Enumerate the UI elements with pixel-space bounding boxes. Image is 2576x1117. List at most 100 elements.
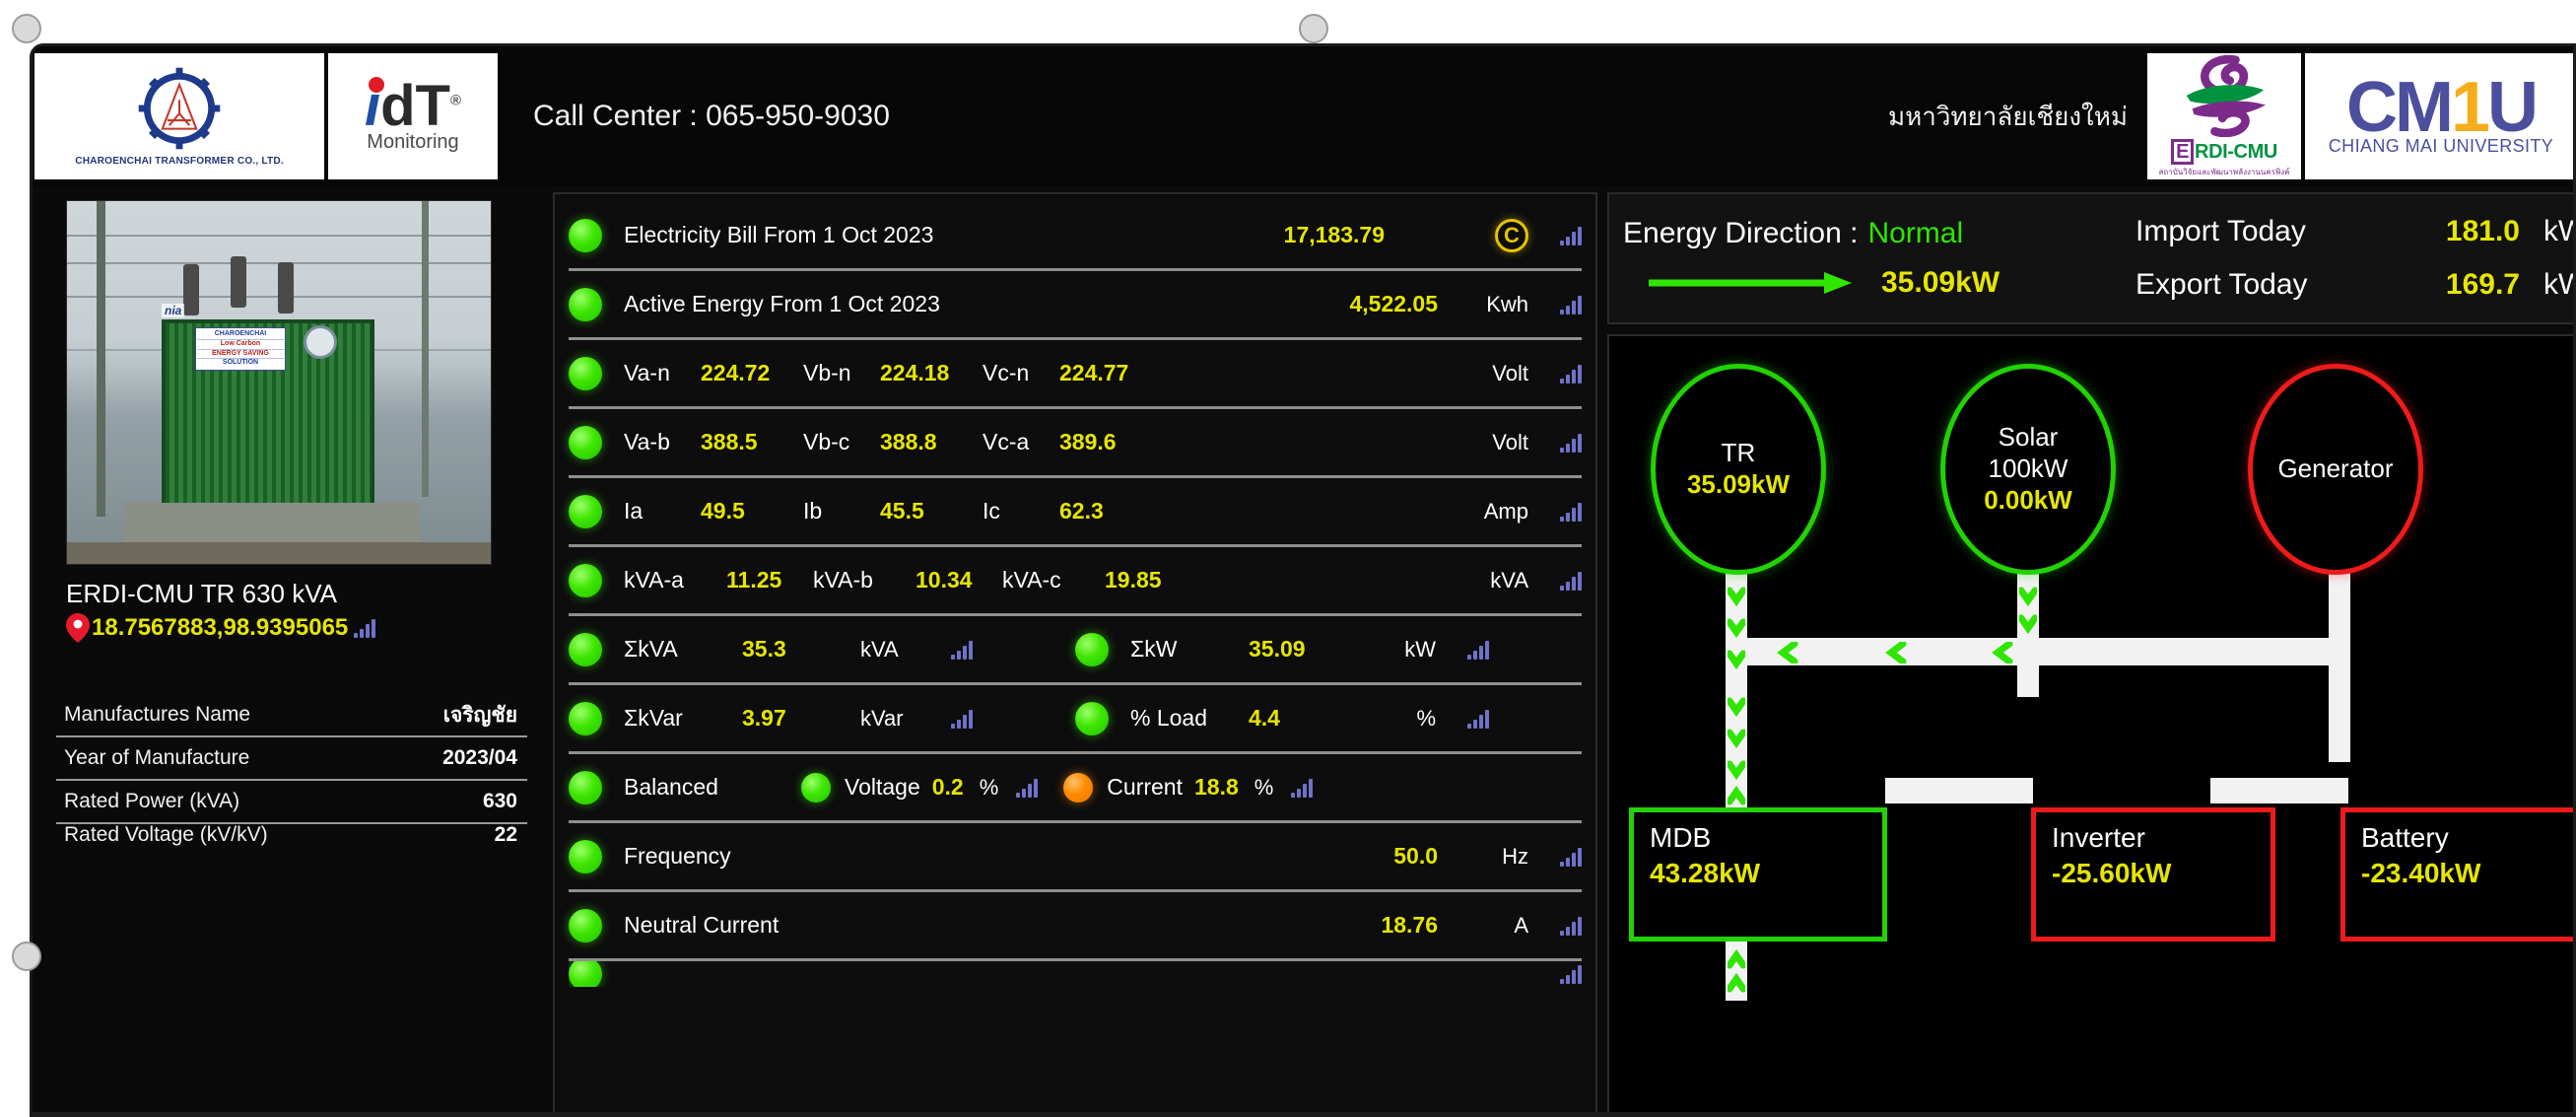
transformer-base <box>124 503 420 546</box>
signal-bars-icon[interactable] <box>1560 364 1582 384</box>
signal-bars-icon[interactable] <box>1560 295 1582 314</box>
table-row: Rated Power (kVA) 630 <box>56 781 527 824</box>
import-today-row: Import Today 181.0 kWh <box>2135 205 2573 258</box>
node-solar[interactable]: Solar 100kW 0.00kW <box>1940 364 2116 575</box>
idt-logo: idT® Monitoring <box>328 53 498 179</box>
signal-bars-icon[interactable] <box>1560 571 1582 591</box>
transformer-nameplate: CHAROENCHAI Low Carbon ENERGY SAVING SOL… <box>195 327 286 371</box>
row-value: 19.85 <box>1105 567 1162 593</box>
node-title: Generator <box>2277 454 2394 484</box>
measurement-row-electricity-bill: Electricity Bill From 1 Oct 2023 17,183.… <box>569 202 1582 271</box>
signal-bars-icon[interactable] <box>1560 964 1582 984</box>
node-value: 0.00kW <box>1984 484 2072 515</box>
signal-bars-icon[interactable] <box>1291 778 1314 798</box>
node-mdb[interactable]: MDB 43.28kW <box>1629 807 1887 942</box>
signal-bars-icon[interactable] <box>1467 640 1489 660</box>
export-today-value: 169.7 <box>2445 268 2520 301</box>
node-subtitle: 100kW <box>1988 454 2068 484</box>
row-unit: kVA <box>1490 567 1528 593</box>
measurements-panel: Electricity Bill From 1 Oct 2023 17,183.… <box>553 192 1597 1114</box>
row-label: % Load <box>1130 705 1208 731</box>
site-coordinates: 18.7567883,98.9395065 <box>92 614 349 641</box>
arrow-right-icon <box>1649 270 1856 296</box>
node-title: TR <box>1721 438 1756 468</box>
signal-bars-icon[interactable] <box>1560 226 1582 245</box>
node-inverter[interactable]: Inverter -25.60kW <box>2031 807 2275 942</box>
row-unit: Amp <box>1483 498 1528 524</box>
row-unit: kVar <box>860 705 904 731</box>
node-battery[interactable]: Battery -23.40kW <box>2340 807 2573 942</box>
row-value: 49.5 <box>701 498 745 524</box>
signal-bars-icon[interactable] <box>1560 916 1582 936</box>
current-label: Current <box>1107 774 1183 800</box>
row-label: Vb-c <box>803 429 850 454</box>
voltage-label: Voltage <box>845 774 920 800</box>
row-value: 35.3 <box>742 636 786 662</box>
status-led-green <box>801 772 831 803</box>
signal-bars-icon[interactable] <box>951 640 973 660</box>
table-row: Year of Manufacture 2023/04 <box>56 737 527 781</box>
node-generator[interactable]: Generator <box>2248 364 2423 575</box>
spec-value: เจริญชัย <box>442 703 517 727</box>
metric-total-kva: ΣkVA 35.3 kVA <box>569 632 1075 666</box>
metric-total-kvar: ΣkVar 3.97 kVar <box>569 701 1075 735</box>
spec-key: Manufactures Name <box>64 703 251 726</box>
signal-bars-icon[interactable] <box>354 618 376 638</box>
chart-icon-cell <box>1528 226 1582 245</box>
spec-key: Year of Manufacture <box>64 746 250 769</box>
row-label: Balanced <box>624 774 718 800</box>
app-header: CHAROENCHAI TRANSFORMER CO., LTD. idT® M… <box>33 46 2573 186</box>
transformer-gauge-icon <box>304 325 337 359</box>
status-led-orange <box>1063 772 1094 803</box>
spec-value: 630 <box>482 790 517 812</box>
export-today-unit: kWh <box>2543 268 2573 301</box>
row-label: ΣkVA <box>624 636 678 662</box>
signal-bars-icon[interactable] <box>1560 433 1582 453</box>
row-unit: Hz <box>1502 843 1528 869</box>
cmu-wordmark: CM1U <box>2346 72 2539 143</box>
row-value: 11.25 <box>726 567 782 593</box>
node-tr[interactable]: TR 35.09kW <box>1651 364 1826 575</box>
crop-handle-top-center[interactable] <box>1299 14 1328 43</box>
energy-direction-left: Energy Direction : Normal 35.09kW <box>1623 217 2135 300</box>
row-label: Ic <box>983 498 1000 524</box>
row-value: 4,522.05 <box>1349 291 1438 316</box>
site-location-row[interactable]: 18.7567883,98.9395065 <box>66 613 543 643</box>
status-led-green <box>1075 632 1109 666</box>
measurement-row-phase-neutral-voltage: Va-n 224.72 Vb-n 224.18 Vc-n 224.77 Volt <box>569 340 1582 409</box>
row-label: ΣkVar <box>624 705 683 731</box>
spec-value: 2023/04 <box>442 746 517 769</box>
signal-bars-icon[interactable] <box>951 709 973 729</box>
node-value: 43.28kW <box>1650 858 1761 889</box>
measurement-row-phase-kva: kVA-a 11.25 kVA-b 10.34 kVA-c 19.85 kVA <box>569 547 1582 616</box>
spec-key: Rated Power (kVA) <box>64 790 240 812</box>
crop-handle-middle-left[interactable] <box>12 942 41 971</box>
import-today-label: Import Today <box>2135 215 2306 247</box>
energy-flow-value: 35.09kW <box>1881 266 2000 299</box>
row-value: 18.76 <box>1381 912 1438 938</box>
chart-icon-cell <box>1528 433 1582 453</box>
signal-bars-icon[interactable] <box>1560 847 1582 867</box>
table-row: Rated Voltage (kV/kV) 22 <box>56 824 527 846</box>
link-mdb-inverter <box>1885 778 2033 803</box>
crop-handle-top-left[interactable] <box>12 14 41 43</box>
export-today-label: Export Today <box>2135 268 2308 301</box>
row-label: Frequency <box>624 843 731 869</box>
row-unit: % <box>1416 705 1436 731</box>
node-title: MDB <box>1650 822 1712 853</box>
row-label: Vc-n <box>983 360 1030 385</box>
metric-percent-load: % Load 4.4 % <box>1075 701 1582 735</box>
single-line-diagram: TR 35.09kW Solar 100kW 0.00kW Generator … <box>1607 334 2573 1114</box>
signal-bars-icon[interactable] <box>1016 778 1039 798</box>
import-today-unit: kWh <box>2543 215 2573 247</box>
idt-letter-t: T <box>415 73 450 138</box>
flow-chevron-up-mdb-down <box>1726 947 1747 1002</box>
signal-bars-icon[interactable] <box>1467 709 1489 729</box>
row-value: 45.5 <box>880 498 924 524</box>
row-value: 17,183.79 <box>1283 222 1385 247</box>
row-label: Vb-n <box>803 360 851 385</box>
signal-bars-icon[interactable] <box>1560 502 1582 522</box>
status-led-green <box>569 961 602 987</box>
row-value: 224.18 <box>880 360 950 385</box>
status-led-green <box>569 287 602 321</box>
